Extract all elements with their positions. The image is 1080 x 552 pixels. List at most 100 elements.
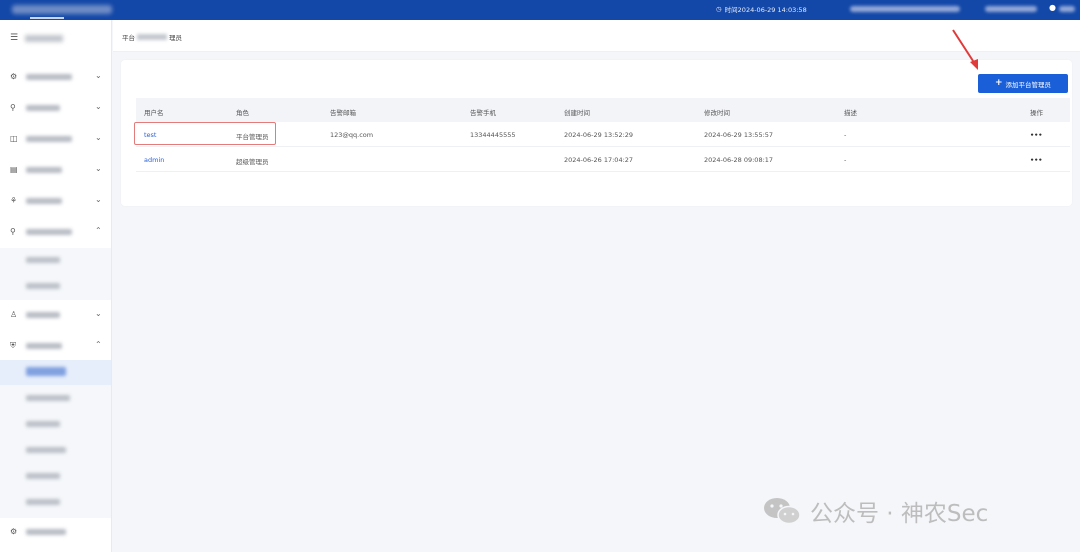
- chevron-down-icon: ⌄: [95, 133, 102, 142]
- server-time-text: 时间2024-06-29 14:03:58: [724, 6, 807, 14]
- watermark: 公众号 · 神农Sec: [762, 494, 988, 528]
- desc-cell: -: [844, 156, 847, 164]
- logo-underline: [30, 17, 64, 19]
- role-cell: 超级管理员: [236, 158, 269, 166]
- username-blurred[interactable]: [1059, 6, 1075, 12]
- col-action: 操作: [1030, 109, 1043, 117]
- submenu-item-label-blurred: [26, 257, 60, 263]
- menu-icon: ⚘: [10, 196, 18, 205]
- sidebar-item-5[interactable]: ⚘ ⌄: [0, 186, 111, 216]
- submenu-item[interactable]: [0, 412, 111, 437]
- sidebar-item-label-blurred: [26, 136, 72, 142]
- created-cell: 2024-06-29 13:52:29: [564, 131, 634, 139]
- col-username: 用户名: [144, 109, 164, 117]
- submenu-item-active[interactable]: [0, 360, 111, 385]
- username-link[interactable]: admin: [144, 156, 164, 164]
- plus-icon: +: [994, 78, 1003, 88]
- sidebar-item-2[interactable]: ⚲ ⌄: [0, 93, 111, 123]
- server-time: ◷ 时间2024-06-29 14:03:58: [716, 4, 807, 14]
- main-content: 平台 理员 + 添加平台管理员 用户名 角色 告警邮箱 告警手机 创建时间 修改…: [113, 20, 1080, 552]
- menu-icon: ⚙: [10, 72, 18, 81]
- modified-cell: 2024-06-29 13:55:57: [704, 131, 774, 139]
- sidebar-item-label-blurred: [26, 312, 60, 318]
- col-created: 创建时间: [564, 109, 590, 117]
- sidebar-item-label-blurred: [26, 343, 62, 349]
- table-row: test 平台管理员 123@qq.com 13344445555 2024-0…: [136, 122, 1070, 147]
- submenu-item[interactable]: [0, 274, 111, 299]
- col-phone: 告警手机: [470, 109, 496, 117]
- submenu-item-label-blurred: [26, 499, 60, 505]
- menu-icon: ⚙: [10, 527, 18, 536]
- chevron-down-icon: ⌄: [95, 164, 102, 173]
- submenu-item[interactable]: [0, 386, 111, 411]
- top-blurred-info: [850, 6, 960, 12]
- sidebar-item-6[interactable]: ⚲ ⌃: [0, 217, 111, 247]
- col-desc: 描述: [844, 109, 857, 117]
- submenu-item[interactable]: [0, 438, 111, 463]
- submenu-item-label-blurred: [26, 283, 60, 289]
- chevron-down-icon: ⌄: [95, 71, 102, 80]
- table-header: 用户名 角色 告警邮箱 告警手机 创建时间 修改时间 描述 操作: [136, 98, 1070, 122]
- top-blurred-info-2: [985, 6, 1037, 12]
- chevron-down-icon: ⌄: [95, 102, 102, 111]
- submenu-item-label-blurred: [26, 421, 60, 427]
- submenu-item-label-blurred: [26, 447, 66, 453]
- breadcrumb: 平台 理员: [122, 32, 182, 42]
- breadcrumb-bar: 平台 理员: [113, 20, 1080, 52]
- app-logo[interactable]: [12, 5, 112, 14]
- add-button-label: 添加平台管理员: [1005, 80, 1052, 89]
- ellipsis-icon[interactable]: •••: [1030, 156, 1042, 164]
- add-platform-admin-button[interactable]: + 添加平台管理员: [978, 74, 1068, 93]
- sidebar-item-3[interactable]: ◫ ⌄: [0, 124, 111, 154]
- submenu-8: [0, 360, 111, 518]
- sidebar-title-blurred: [25, 35, 63, 42]
- annotation-arrow-icon: [952, 29, 978, 70]
- chevron-down-icon: ⌄: [95, 309, 102, 318]
- submenu-item-label-blurred: [26, 395, 70, 401]
- created-cell: 2024-06-26 17:04:27: [564, 156, 634, 164]
- menu-icon: ◫: [10, 134, 18, 143]
- menu-fold-icon[interactable]: ☰: [10, 33, 18, 43]
- menu-icon: ⚲: [10, 227, 16, 236]
- menu-icon: ♙: [10, 310, 18, 319]
- sidebar-item-label-blurred: [26, 529, 66, 535]
- sidebar-item-4[interactable]: ▤ ⌄: [0, 155, 111, 185]
- breadcrumb-prefix[interactable]: 平台: [122, 32, 135, 42]
- breadcrumb-suffix: 理员: [169, 34, 182, 42]
- chevron-down-icon: ⌄: [95, 195, 102, 204]
- sidebar-item-7[interactable]: ♙ ⌄: [0, 300, 111, 330]
- table-row: admin 超级管理员 2024-06-26 17:04:27 2024-06-…: [136, 147, 1070, 172]
- sidebar-item-label-blurred: [26, 167, 62, 173]
- sidebar-item-label-blurred: [26, 105, 60, 111]
- user-icon[interactable]: ●: [1049, 3, 1056, 12]
- sidebar-item-label-blurred: [26, 74, 72, 80]
- col-role: 角色: [236, 109, 249, 117]
- sidebar-item-9[interactable]: ⚙: [0, 517, 111, 547]
- chevron-up-icon: ⌃: [95, 340, 102, 349]
- watermark-text: 公众号 · 神农Sec: [810, 501, 989, 527]
- sidebar-item-label-blurred: [26, 229, 72, 235]
- sidebar: ☰ ⚙ ⌄ ⚲ ⌄ ◫ ⌄ ▤ ⌄ ⚘ ⌄ ⚲ ⌃ ♙ ⌄ ⛨ ⌃ ⚙: [0, 20, 112, 552]
- sidebar-item-8[interactable]: ⛨ ⌃: [0, 331, 111, 361]
- col-modified: 修改时间: [704, 109, 730, 117]
- submenu-item-label-blurred: [26, 473, 60, 479]
- submenu-item-label-blurred: [26, 367, 66, 376]
- desc-cell: -: [844, 131, 847, 139]
- breadcrumb-blurred: [137, 34, 167, 40]
- sidebar-item-1[interactable]: ⚙ ⌄: [0, 62, 111, 92]
- submenu-item[interactable]: [0, 464, 111, 489]
- submenu-item[interactable]: [0, 490, 111, 515]
- col-email: 告警邮箱: [330, 109, 356, 117]
- phone-cell: 13344445555: [470, 131, 516, 139]
- ellipsis-icon[interactable]: •••: [1030, 131, 1042, 139]
- menu-icon: ▤: [10, 165, 18, 174]
- annotation-highlight-box: [134, 122, 276, 145]
- wechat-icon: [764, 498, 801, 525]
- top-bar: ◷ 时间2024-06-29 14:03:58 ●: [0, 0, 1080, 20]
- clock-icon: ◷: [716, 5, 722, 13]
- submenu-6: [0, 248, 111, 300]
- submenu-item[interactable]: [0, 248, 111, 273]
- email-cell: 123@qq.com: [330, 131, 374, 139]
- chevron-up-icon: ⌃: [95, 226, 102, 235]
- modified-cell: 2024-06-28 09:08:17: [704, 156, 774, 164]
